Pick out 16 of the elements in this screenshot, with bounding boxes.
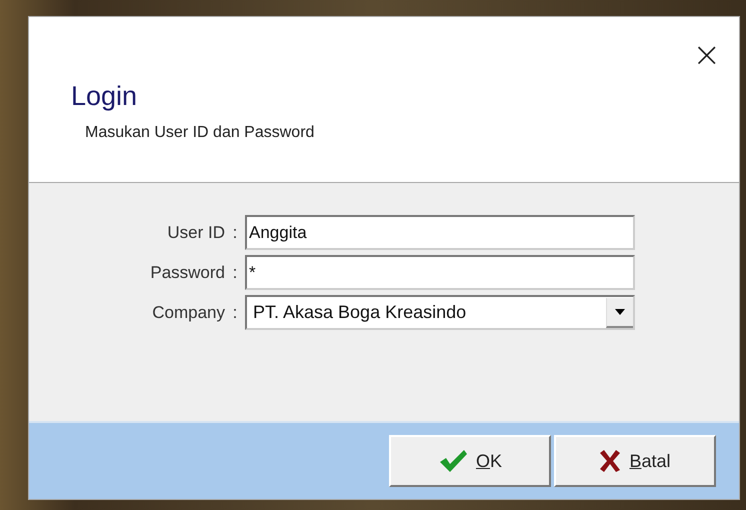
field-label: Password [149,262,225,282]
dialog-title: Login [71,81,138,112]
company-dropdown[interactable]: PT. Akasa Boga Kreasindo [245,295,635,330]
colon: : [232,262,238,282]
cancel-button[interactable]: Batal [554,435,716,487]
colon: : [232,302,238,322]
ok-button[interactable]: OK [389,435,551,487]
dialog-subtitle: Masukan User ID dan Password [85,124,316,142]
close-button[interactable]: × [688,33,725,77]
field-label: User ID [166,222,225,242]
input-field[interactable]: * [245,255,635,290]
checkmark-icon [438,449,468,473]
colon: : [232,222,238,242]
field-label: Company [151,302,225,322]
x-mark-icon [599,449,622,473]
input-field[interactable]: Anggita [245,215,635,250]
